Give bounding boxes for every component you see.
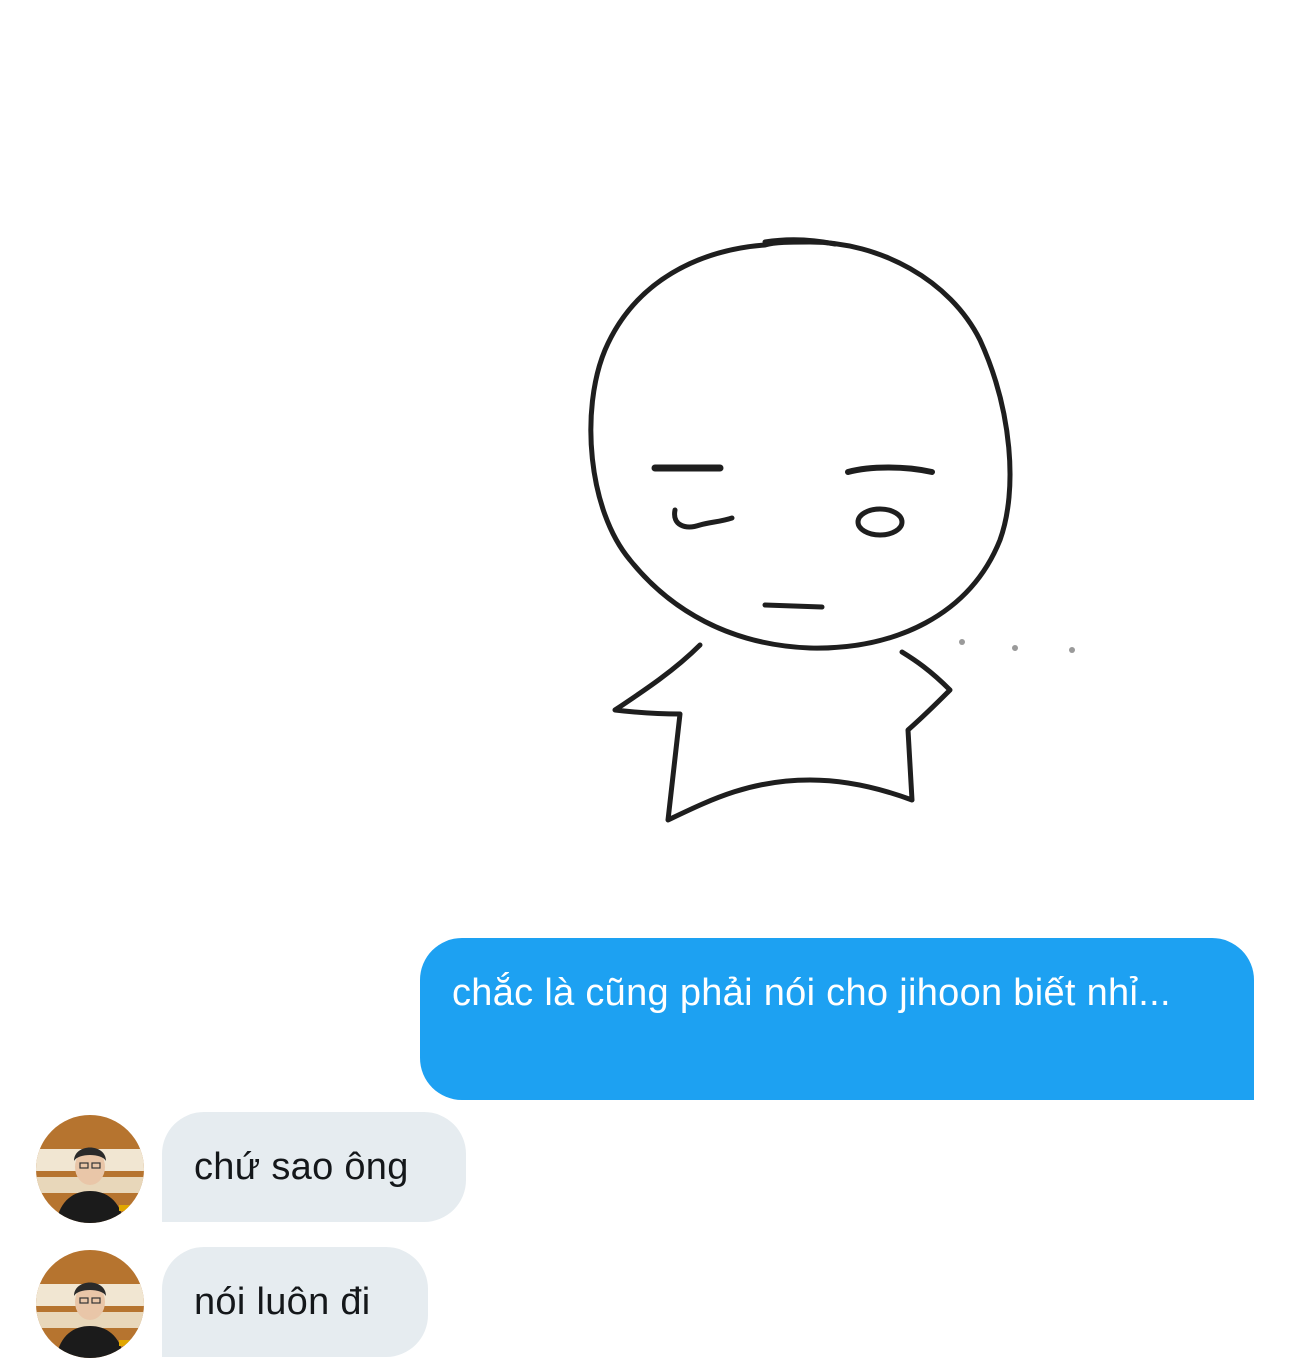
sent-message-bubble[interactable]: chắc là cũng phải nói cho jihoon biết nh…: [420, 938, 1254, 1100]
conversation-view[interactable]: chắc là cũng phải nói cho jihoon biết nh…: [0, 0, 1290, 1360]
message-text: nói luôn đi: [194, 1281, 371, 1323]
sticker-drawing: [588, 237, 1075, 823]
received-message-bubble[interactable]: chứ sao ông: [162, 1112, 466, 1222]
user-avatar[interactable]: [36, 1250, 144, 1358]
received-message-bubble[interactable]: nói luôn đi: [162, 1247, 428, 1357]
message-text: chắc là cũng phải nói cho jihoon biết nh…: [452, 972, 1171, 1014]
message-text: chứ sao ông: [194, 1146, 409, 1188]
doodle-character-sticker[interactable]: [560, 220, 1120, 840]
avatar-image-icon: [36, 1115, 144, 1223]
user-avatar[interactable]: [36, 1115, 144, 1223]
avatar-image-icon: [36, 1250, 144, 1358]
